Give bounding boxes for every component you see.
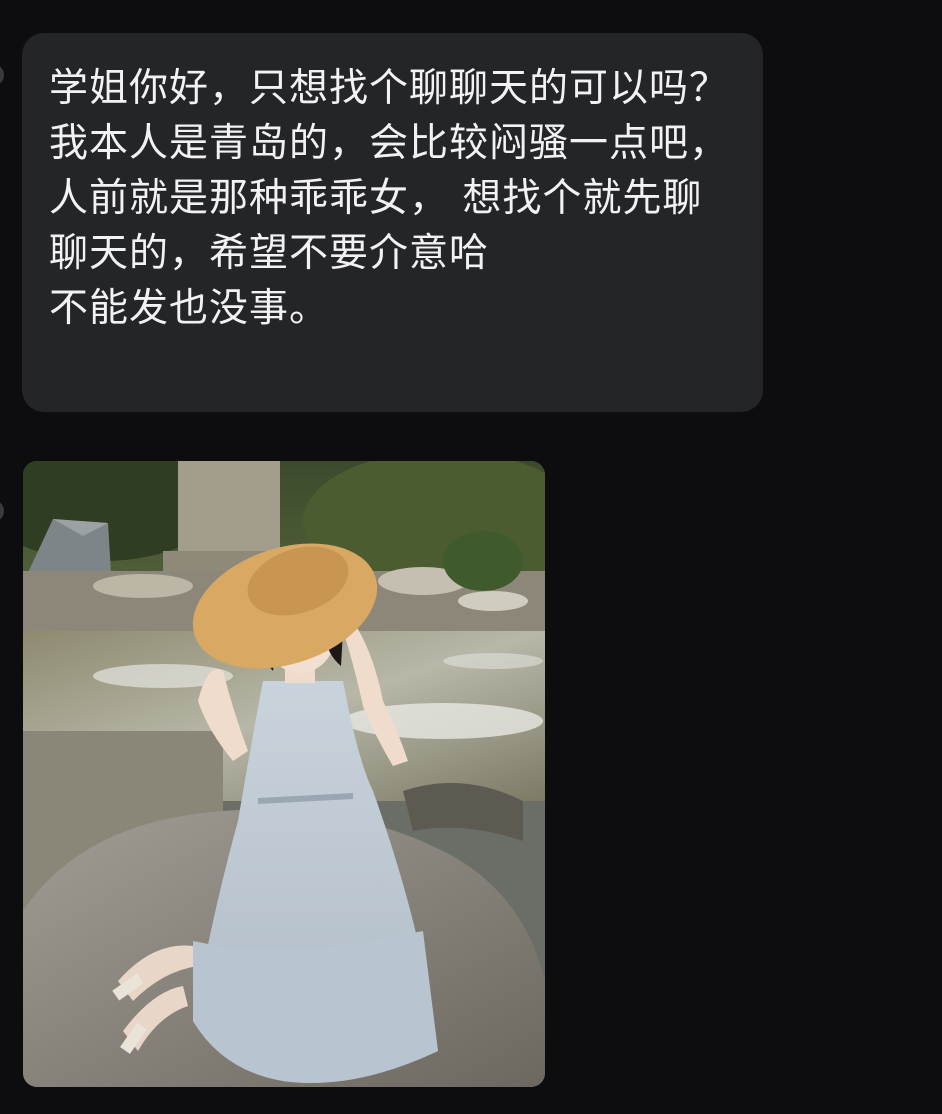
message-bubble-text[interactable]: 学姐你好，只想找个聊聊天的可以吗？ 我本人是青岛的，会比较闷骚一点吧，人前就是那… [22, 33, 763, 412]
message-photo[interactable] [23, 461, 545, 1087]
photo-illustration [23, 461, 545, 1087]
message-text: 学姐你好，只想找个聊聊天的可以吗？ 我本人是青岛的，会比较闷骚一点吧，人前就是那… [49, 66, 730, 331]
sender-avatar[interactable] [0, 64, 4, 86]
sender-avatar[interactable] [0, 500, 4, 522]
